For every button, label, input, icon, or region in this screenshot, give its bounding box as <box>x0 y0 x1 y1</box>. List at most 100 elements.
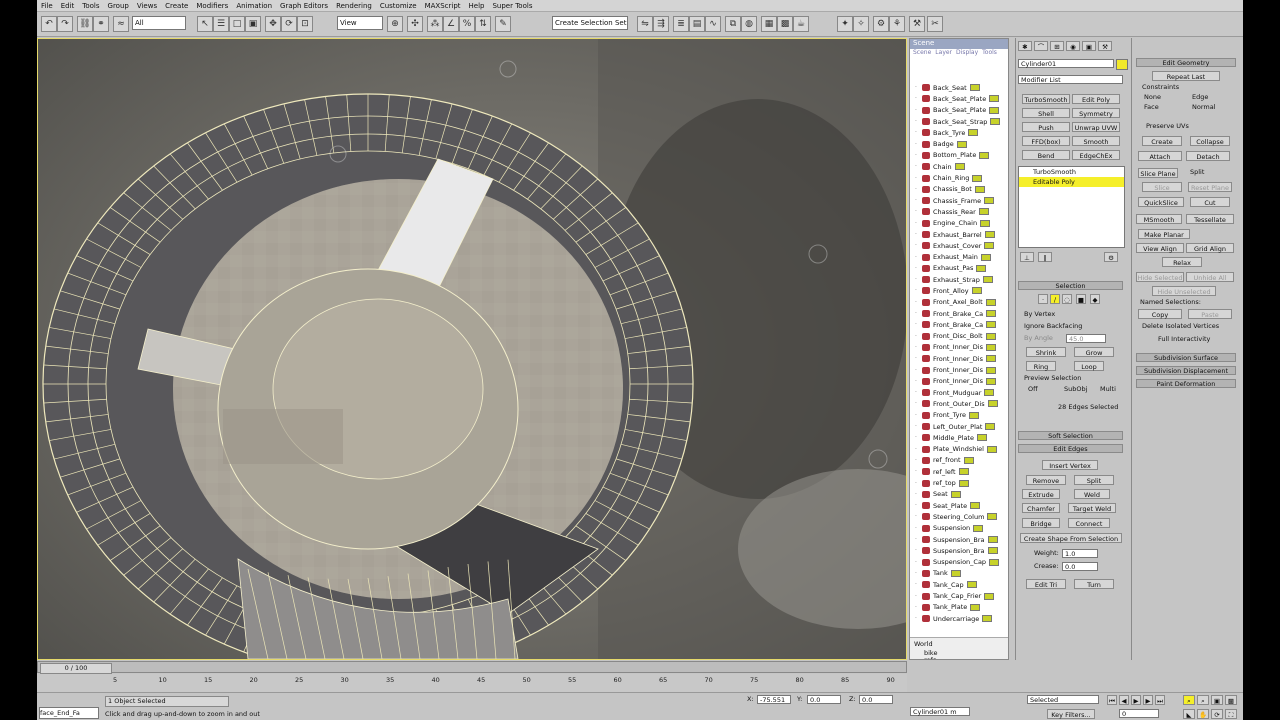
reference-coord-dropdown[interactable]: View <box>337 16 383 30</box>
motion-tab-icon[interactable]: ◉ <box>1066 41 1080 51</box>
schematic-view-icon[interactable]: ⧉ <box>725 16 741 32</box>
extra-tool-1-icon[interactable]: ✦ <box>837 16 853 32</box>
menu-tools[interactable]: Tools <box>78 2 103 10</box>
world-root[interactable]: World <box>914 640 933 648</box>
render-setup-icon[interactable]: ▦ <box>761 16 777 32</box>
edit-poly-button[interactable]: Edit Poly <box>1072 94 1120 104</box>
scene-object-item[interactable]: · Badge <box>910 138 1008 149</box>
scene-object-item[interactable]: · Front_Tyre <box>910 410 1008 421</box>
modifier-list-dropdown[interactable]: Modifier List <box>1018 75 1123 84</box>
visibility-toggle-icon[interactable]: · <box>910 333 922 340</box>
visibility-toggle-icon[interactable]: · <box>910 321 922 328</box>
show-end-result-icon[interactable]: ‖ <box>1038 252 1052 262</box>
menu-maxscript[interactable]: MAXScript <box>421 2 465 10</box>
key-filters-button[interactable]: Key Filters... <box>1047 709 1095 719</box>
subdivision-surface-rollout[interactable]: Subdivision Surface <box>1136 353 1236 362</box>
cylinder-name-field[interactable]: Cylinder01 m <box>910 707 970 716</box>
remove-button[interactable]: Remove <box>1026 475 1066 485</box>
scene-object-item[interactable]: · Back_Seat_Plate <box>910 93 1008 104</box>
explorer-menu-tools[interactable]: Tools <box>982 49 997 57</box>
shell-button[interactable]: Shell <box>1022 108 1070 118</box>
scene-object-item[interactable]: · Steering_Colum <box>910 511 1008 522</box>
visibility-toggle-icon[interactable]: · <box>910 581 922 588</box>
y-coord-field[interactable]: 0.0 <box>807 695 841 704</box>
time-slider[interactable]: 0 / 100 <box>37 661 907 674</box>
view-align-button[interactable]: View Align <box>1136 243 1184 253</box>
constraint-face-radio[interactable]: Face <box>1144 103 1159 112</box>
scene-object-item[interactable]: · ref_front <box>910 455 1008 466</box>
hide-unselected-button[interactable]: Hide Unselected <box>1152 286 1216 296</box>
orbit-icon[interactable]: ⟳ <box>1211 709 1223 719</box>
scene-object-item[interactable]: · Chassis_Frame <box>910 195 1008 206</box>
layer-explorer[interactable]: World bike refs <box>910 637 1008 659</box>
scene-object-item[interactable]: · Front_Alloy <box>910 285 1008 296</box>
ignore-backfacing-checkbox[interactable]: Ignore Backfacing <box>1024 322 1082 331</box>
quickslice-button[interactable]: QuickSlice <box>1138 197 1184 207</box>
scene-object-item[interactable]: · Tank_Plate <box>910 602 1008 613</box>
perspective-viewport[interactable] <box>37 38 907 660</box>
visibility-toggle-icon[interactable]: · <box>910 220 922 227</box>
menu-super-tools[interactable]: Super Tools <box>488 2 536 10</box>
scene-object-item[interactable]: · Exhaust_Pas <box>910 263 1008 274</box>
connect-button[interactable]: Connect <box>1068 518 1110 528</box>
pin-stack-icon[interactable]: ⊥ <box>1020 252 1034 262</box>
visibility-toggle-icon[interactable]: · <box>910 491 922 498</box>
spinner-snap-icon[interactable]: ⇅ <box>475 16 491 32</box>
ring-button[interactable]: Ring <box>1026 361 1056 371</box>
modify-tab-icon[interactable]: ⌒ <box>1034 41 1048 51</box>
paint-deformation-rollout[interactable]: Paint Deformation <box>1136 379 1236 388</box>
border-mode-icon[interactable]: ◌ <box>1062 294 1072 304</box>
scene-object-item[interactable]: · Chain_Ring <box>910 172 1008 183</box>
scene-object-item[interactable]: · Plate_Windshiel <box>910 444 1008 455</box>
turn-button[interactable]: Turn <box>1074 579 1114 589</box>
weld-button[interactable]: Weld <box>1074 489 1110 499</box>
visibility-toggle-icon[interactable]: · <box>910 344 922 351</box>
ffd-box-button[interactable]: FFD(box) <box>1022 136 1070 146</box>
visibility-toggle-icon[interactable]: · <box>910 570 922 577</box>
stack-item-turbosmooth[interactable]: TurboSmooth <box>1019 167 1124 177</box>
copy-button[interactable]: Copy <box>1138 309 1182 319</box>
link-icon[interactable]: ⛓ <box>77 16 93 32</box>
unlink-icon[interactable]: ⚭ <box>93 16 109 32</box>
visibility-toggle-icon[interactable]: · <box>910 367 922 374</box>
scene-object-item[interactable]: · Front_Mudguar <box>910 387 1008 398</box>
time-slider-thumb[interactable]: 0 / 100 <box>40 663 112 674</box>
viewport-canvas[interactable] <box>38 39 907 660</box>
snap-toggle-icon[interactable]: ⁂ <box>427 16 443 32</box>
menu-group[interactable]: Group <box>104 2 133 10</box>
rotate-icon[interactable]: ⟳ <box>281 16 297 32</box>
scene-object-item[interactable]: · Suspension <box>910 523 1008 534</box>
explorer-menu-scene[interactable]: Scene <box>913 49 931 57</box>
slice-plane-button[interactable]: Slice Plane <box>1138 168 1178 178</box>
hierarchy-tab-icon[interactable]: ⊞ <box>1050 41 1064 51</box>
visibility-toggle-icon[interactable]: · <box>910 231 922 238</box>
constraint-normal-radio[interactable]: Normal <box>1192 103 1216 112</box>
extra-tool-5-icon[interactable]: ⚒ <box>909 16 925 32</box>
visibility-toggle-icon[interactable]: · <box>910 412 922 419</box>
key-mode-dropdown[interactable]: Selected <box>1027 695 1099 704</box>
visibility-toggle-icon[interactable]: · <box>910 310 922 317</box>
render-production-icon[interactable]: ☕ <box>793 16 809 32</box>
extra-tool-2-icon[interactable]: ✧ <box>853 16 869 32</box>
visibility-toggle-icon[interactable]: · <box>910 593 922 600</box>
redo-icon[interactable]: ↷ <box>57 16 73 32</box>
menu-views[interactable]: Views <box>133 2 161 10</box>
selection-filter-dropdown[interactable]: All <box>132 16 186 30</box>
visibility-toggle-icon[interactable]: · <box>910 457 922 464</box>
visibility-toggle-icon[interactable]: · <box>910 141 922 148</box>
create-shape-button[interactable]: Create Shape From Selection <box>1020 533 1122 543</box>
object-color-swatch[interactable] <box>1116 59 1128 70</box>
visibility-toggle-icon[interactable]: · <box>910 175 922 182</box>
scene-object-item[interactable]: · Undercarriage <box>910 613 1008 624</box>
constraint-none-radio[interactable]: None <box>1144 93 1161 102</box>
hide-selected-button[interactable]: Hide Selected <box>1136 272 1184 282</box>
loop-button[interactable]: Loop <box>1074 361 1104 371</box>
constraint-edge-radio[interactable]: Edge <box>1192 93 1208 102</box>
visibility-toggle-icon[interactable]: · <box>910 513 922 520</box>
smooth-button[interactable]: Smooth <box>1072 136 1120 146</box>
visibility-toggle-icon[interactable]: · <box>910 502 922 509</box>
scene-object-item[interactable]: · Chassis_Rear <box>910 206 1008 217</box>
visibility-toggle-icon[interactable]: · <box>910 559 922 566</box>
visibility-toggle-icon[interactable]: · <box>910 604 922 611</box>
x-coord-field[interactable]: -75.551 <box>757 695 791 704</box>
